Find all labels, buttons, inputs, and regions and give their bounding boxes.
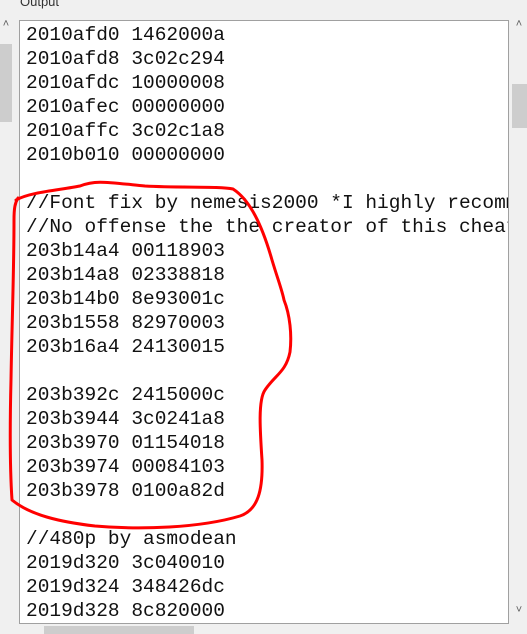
scrollbar-thumb[interactable] [512, 84, 527, 128]
code-line: 203b1558 82970003 [26, 312, 225, 334]
chevron-up-icon[interactable]: ˄ [511, 18, 527, 30]
chevron-down-icon[interactable]: ˅ [511, 604, 527, 616]
blank-line [26, 503, 508, 527]
horizontal-scrollbar[interactable] [19, 624, 509, 634]
scrollbar-thumb[interactable] [44, 626, 194, 634]
code-line: 203b392c 2415000c [26, 384, 225, 406]
blank-line [26, 167, 508, 191]
code-line: 203b3974 00084103 [26, 456, 225, 478]
code-line: 2010afdc 10000008 [26, 72, 225, 94]
code-line: 203b14a4 00118903 [26, 240, 225, 262]
right-vertical-scrollbar[interactable]: ˄ ˅ [511, 18, 527, 634]
chevron-up-icon[interactable]: ˄ [0, 18, 14, 30]
output-textbox[interactable]: 2010afd0 1462000a 2010afd8 3c02c294 2010af… [19, 20, 509, 624]
output-group-label: Output [20, 0, 60, 9]
code-line: 2010b010 00000000 [26, 144, 225, 166]
code-line: 2010affc 3c02c1a8 [26, 120, 225, 142]
blank-line [26, 359, 508, 383]
comment-line: //Font fix by nemesis2000 *I highly reco… [26, 192, 509, 214]
code-line: 2019d320 3c040010 [26, 552, 225, 574]
code-line: 2010afec 00000000 [26, 96, 225, 118]
code-line: 2010afd0 1462000a [26, 24, 225, 46]
code-line: 203b14a8 02338818 [26, 264, 225, 286]
code-line: 203b16a4 24130015 [26, 336, 225, 358]
output-lines: 2010afd0 1462000a 2010afd8 3c02c294 2010af… [26, 23, 509, 623]
code-line: 203b14b0 8e93001c [26, 288, 225, 310]
code-line: 203b3978 0100a82d [26, 480, 225, 502]
code-line: 203b3944 3c0241a8 [26, 408, 225, 430]
scrollbar-thumb[interactable] [0, 44, 12, 122]
code-line: 203b3970 01154018 [26, 432, 225, 454]
comment-line: //480p by asmodean [26, 528, 237, 550]
code-line: 2019d324 348426dc [26, 576, 225, 598]
left-vertical-scrollbar[interactable]: ˄ [0, 18, 14, 634]
code-line: 2010afd8 3c02c294 [26, 48, 225, 70]
comment-line: //No offense the the creator of this che… [26, 216, 509, 238]
code-line: 2019d328 8c820000 [26, 600, 225, 622]
